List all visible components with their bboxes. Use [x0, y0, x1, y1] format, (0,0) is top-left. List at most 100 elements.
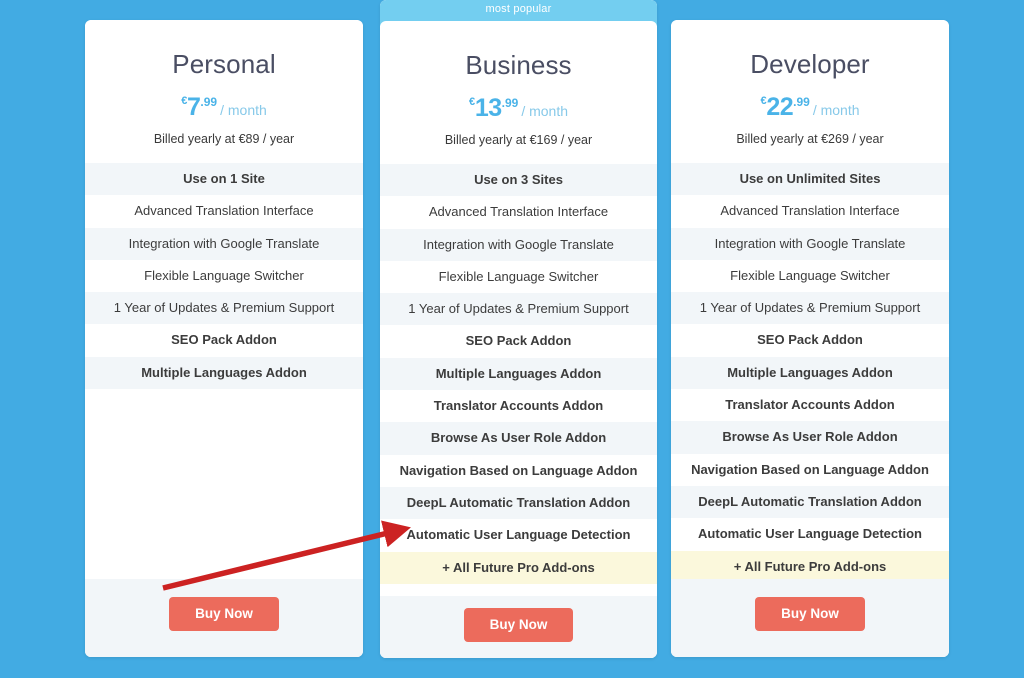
plan-name: Business — [465, 50, 572, 80]
feature-row: + All Future Pro Add-ons — [380, 551, 657, 584]
feature-label: DeepL Automatic Translation Addon — [406, 494, 631, 510]
feature-label: Integration with Google Translate — [423, 236, 614, 252]
price-cents: .99 — [793, 95, 810, 109]
feature-row: DeepL Automatic Translation Addon — [380, 486, 657, 520]
plan-footer: Buy Now — [671, 579, 949, 657]
billing-note: Billed yearly at €89 / year — [153, 132, 295, 146]
feature-row: Browse As User Role Addon — [380, 422, 657, 455]
feature-row: SEO Pack Addon — [671, 324, 949, 357]
feature-row: Advanced Translation Interface — [671, 195, 949, 228]
feature-row: 1 Year of Updates & Premium Support — [380, 293, 657, 326]
feature-label: Navigation Based on Language Addon — [691, 461, 929, 477]
feature-label: Multiple Languages Addon — [435, 365, 602, 381]
feature-label: Use on 1 Site — [183, 171, 265, 186]
feature-label: Integration with Google Translate — [714, 235, 906, 251]
feature-row: Browse As User Role Addon — [671, 421, 949, 454]
feature-row: Navigation Based on Language Addon — [380, 454, 657, 487]
feature-row: Use on Unlimited Sites — [671, 163, 949, 196]
feature-label: SEO Pack Addon — [757, 332, 863, 348]
price-amount: 22 — [766, 93, 794, 121]
feature-label: Use on 3 Sites — [474, 172, 563, 187]
feature-row: Use on 1 Site — [85, 163, 363, 196]
plan-card-personal[interactable]: Personal €7.99/ month Billed yearly at €… — [85, 20, 363, 657]
feature-list: Use on 3 Sites Advanced Translation Inter… — [380, 164, 657, 584]
feature-row: Advanced Translation Interface — [85, 195, 363, 228]
feature-label: Automatic User Language Detection — [406, 527, 631, 543]
feature-row: 1 Year of Updates & Premium Support — [85, 292, 363, 325]
plan-card-body: Business €13.99/ month Billed yearly at … — [380, 21, 657, 658]
plan-header: Developer €22.99/ month Billed yearly at… — [671, 20, 949, 148]
feature-row: 1 Year of Updates & Premium Support — [671, 292, 949, 325]
feature-label: 1 Year of Updates & Premium Support — [699, 300, 921, 316]
feature-label: Translator Accounts Addon — [725, 397, 895, 413]
price-amount: 13 — [474, 94, 502, 122]
feature-label: SEO Pack Addon — [465, 333, 572, 349]
feature-row: SEO Pack Addon — [380, 325, 657, 358]
feature-row: Automatic User Language Detection — [671, 518, 949, 551]
feature-label: 1 Year of Updates & Premium Support — [408, 301, 629, 317]
feature-row: Advanced Translation Interface — [380, 196, 657, 229]
feature-row: Automatic User Language Detection — [380, 519, 657, 552]
buy-now-button[interactable]: Buy Now — [463, 608, 574, 642]
feature-row: Use on 3 Sites — [380, 164, 657, 197]
feature-row: Multiple Languages Addon — [671, 356, 949, 390]
feature-label: Multiple Languages Addon — [727, 364, 893, 380]
feature-row: Multiple Languages Addon — [85, 356, 363, 390]
plan-footer: Buy Now — [85, 579, 363, 657]
plan-header: Personal €7.99/ month Billed yearly at €… — [85, 20, 363, 148]
buy-now-button[interactable]: Buy Now — [169, 597, 279, 631]
plan-card-developer[interactable]: Developer €22.99/ month Billed yearly at… — [671, 20, 949, 657]
price-period: / month — [812, 102, 860, 118]
feature-row: Translator Accounts Addon — [380, 390, 657, 423]
billing-note: Billed yearly at €269 / year — [736, 132, 884, 146]
feature-row: Translator Accounts Addon — [671, 389, 949, 422]
plan-price: €22.99/ month — [671, 88, 949, 124]
feature-label: Navigation Based on Language Addon — [399, 462, 638, 478]
feature-label: Use on Unlimited Sites — [739, 171, 881, 186]
billing-note: Billed yearly at €169 / year — [444, 133, 593, 147]
price-cents: .99 — [501, 96, 519, 110]
feature-list: Use on Unlimited Sites Advanced Translati… — [671, 163, 949, 583]
feature-list: Use on 1 Site Advanced Translation Interf… — [85, 163, 363, 390]
feature-label: Flexible Language Switcher — [438, 268, 599, 284]
plan-name: Developer — [750, 49, 870, 79]
plan-price: €7.99/ month — [85, 88, 363, 124]
feature-label: + All Future Pro Add-ons — [733, 558, 887, 574]
feature-label: Browse As User Role Addon — [722, 429, 898, 445]
feature-label: + All Future Pro Add-ons — [442, 559, 595, 575]
price-period: / month — [521, 103, 569, 119]
feature-label: Integration with Google Translate — [128, 235, 320, 251]
plan-card-body: Developer €22.99/ month Billed yearly at… — [671, 20, 949, 657]
plan-footer: Buy Now — [380, 596, 657, 658]
pricing-table: Personal €7.99/ month Billed yearly at €… — [0, 0, 1024, 678]
feature-label: Advanced Translation Interface — [428, 204, 609, 220]
price-amount: 7 — [187, 93, 201, 121]
feature-row: Integration with Google Translate — [85, 227, 363, 260]
feature-label: Flexible Language Switcher — [144, 267, 304, 283]
price-cents: .99 — [200, 95, 218, 109]
feature-label: Automatic User Language Detection — [698, 526, 922, 542]
feature-row: Navigation Based on Language Addon — [671, 453, 949, 486]
feature-row: Multiple Languages Addon — [380, 357, 657, 391]
feature-label: 1 Year of Updates & Premium Support — [113, 300, 335, 316]
buy-now-button[interactable]: Buy Now — [755, 597, 865, 631]
price-period: / month — [220, 102, 267, 118]
feature-row: Integration with Google Translate — [380, 228, 657, 261]
plan-name: Personal — [172, 49, 276, 79]
feature-row: SEO Pack Addon — [85, 324, 363, 357]
feature-label: Multiple Languages Addon — [141, 364, 307, 380]
feature-label: Flexible Language Switcher — [730, 267, 890, 283]
feature-label: DeepL Automatic Translation Addon — [698, 493, 922, 509]
plan-header: Business €13.99/ month Billed yearly at … — [380, 21, 657, 149]
plan-card-business[interactable]: most popular Business €13.99/ month Bill… — [380, 0, 657, 658]
feature-label: Translator Accounts Addon — [433, 398, 604, 414]
feature-row: Flexible Language Switcher — [85, 259, 363, 293]
feature-label: Browse As User Role Addon — [430, 430, 607, 446]
feature-row: + All Future Pro Add-ons — [671, 550, 949, 583]
feature-row: Flexible Language Switcher — [380, 260, 657, 294]
feature-row: Integration with Google Translate — [671, 227, 949, 260]
feature-label: SEO Pack Addon — [171, 332, 277, 348]
plan-price: €13.99/ month — [380, 89, 657, 125]
feature-row: DeepL Automatic Translation Addon — [671, 485, 949, 519]
feature-row: Flexible Language Switcher — [671, 259, 949, 293]
